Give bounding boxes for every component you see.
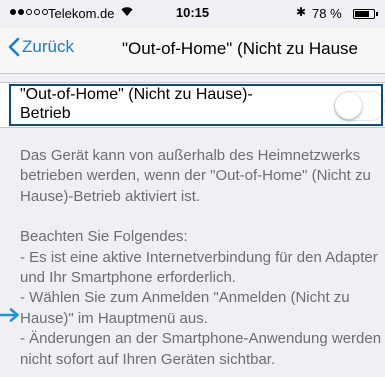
- description-bullet: - Es ist eine aktive Internetverbindung …: [20, 248, 378, 287]
- chevron-left-icon: [8, 37, 20, 57]
- description-bullet: - Wählen Sie zum Anmelden "Anmelden (Nic…: [20, 289, 350, 327]
- battery-percentage: 78 %: [312, 6, 342, 21]
- out-of-home-label: "Out-of-Home" (Nicht zu Hause)-Betrieb: [20, 86, 253, 122]
- out-of-home-toggle[interactable]: [334, 91, 385, 121]
- out-of-home-setting-row: "Out-of-Home" (Nicht zu Hause)-Betrieb: [0, 82, 385, 128]
- status-bar: Telekom.de 10:15 ✱ 78 %: [0, 0, 385, 28]
- navigation-bar: Zurück "Out-of-Home" (Nicht zu Hause: [0, 28, 385, 74]
- bluetooth-icon: ✱: [296, 5, 307, 19]
- description-heading: Beachten Sie Folgendes:: [20, 228, 188, 246]
- description-bullet: - Änderungen an der Smartphone-Anwendung…: [20, 330, 382, 368]
- description-text: Das Gerät kann von außerhalb des Heimnet…: [20, 146, 382, 370]
- description-intro: Das Gerät kann von außerhalb des Heimnet…: [20, 147, 371, 205]
- page-title: "Out-of-Home" (Nicht zu Hause: [122, 39, 358, 58]
- toggle-knob: [335, 92, 362, 119]
- back-label: Zurück: [22, 37, 74, 56]
- battery-icon: [353, 9, 378, 19]
- pointer-arrow-icon: [0, 308, 19, 322]
- back-button[interactable]: Zurück: [8, 37, 74, 57]
